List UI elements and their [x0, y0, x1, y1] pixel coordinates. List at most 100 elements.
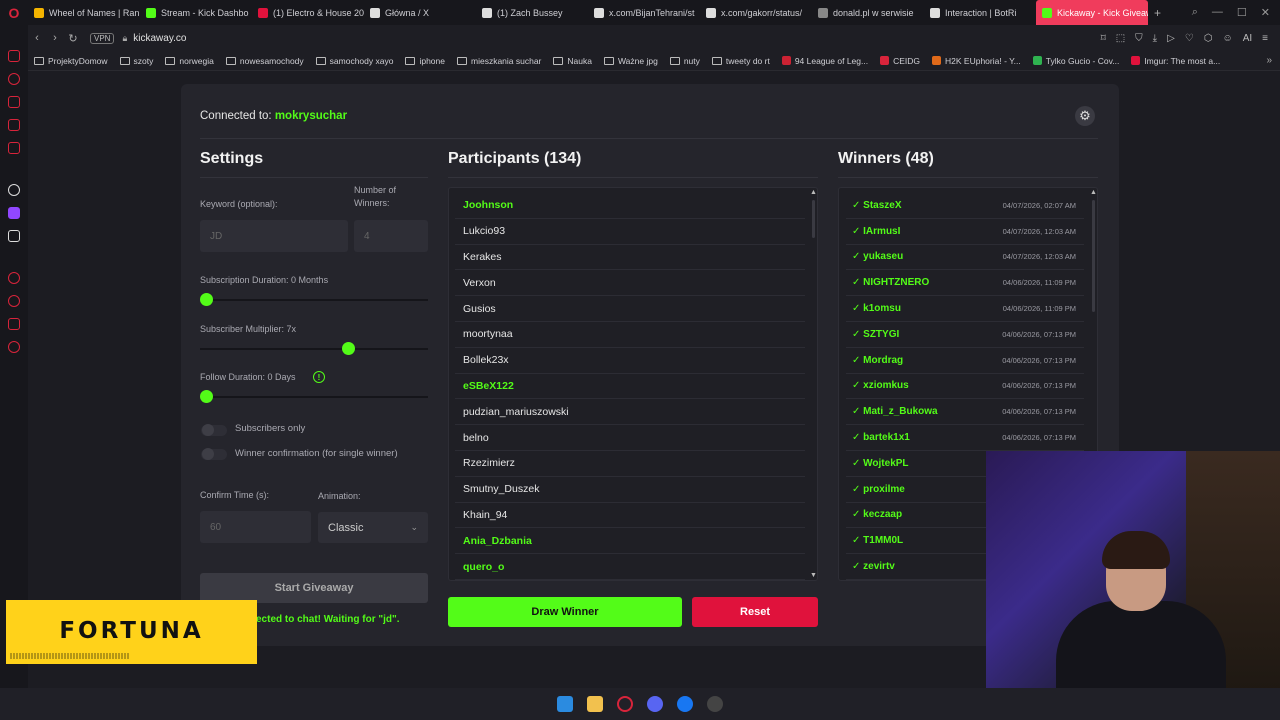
- winner-row[interactable]: ✓ NIGHTZNERO 04/06/2026, 11:09 PM: [846, 270, 1084, 297]
- draw-winner-button[interactable]: Draw Winner: [448, 597, 682, 627]
- bookmarks-more-button[interactable]: »: [1266, 55, 1280, 66]
- bookmark-item[interactable]: tweety do rt: [706, 56, 776, 66]
- winner-row[interactable]: ✓ Mordrag 04/06/2026, 07:13 PM: [846, 348, 1084, 374]
- sub-multiplier-track[interactable]: [200, 348, 428, 350]
- history-icon[interactable]: [8, 73, 20, 85]
- confirm-time-input[interactable]: 60: [200, 511, 311, 543]
- follow-duration-track[interactable]: [200, 396, 428, 398]
- sub-multiplier-slider[interactable]: [341, 342, 355, 355]
- browser-tab[interactable]: Stream - Kick Dashbo: [140, 0, 252, 25]
- browser-tab[interactable]: Kickaway - Kick Giveaway: [1036, 0, 1148, 25]
- profile-icon[interactable]: ☺: [1222, 33, 1232, 44]
- bookmark-item[interactable]: nuty: [664, 56, 706, 66]
- messenger-icon[interactable]: [8, 119, 20, 131]
- winner-row[interactable]: ✓ yukaseu 04/07/2026, 12:03 AM: [846, 245, 1084, 271]
- bookmark-item[interactable]: nowesamochody: [220, 56, 310, 66]
- youtube-icon[interactable]: [8, 142, 20, 154]
- bookmark-item[interactable]: Nauka: [547, 56, 598, 66]
- reload-icon[interactable]: ↻: [64, 32, 82, 45]
- participant-row[interactable]: pudzian_mariuszowski: [455, 399, 805, 426]
- participant-row[interactable]: Smutny_Duszek: [455, 477, 805, 503]
- download-icon[interactable]: ⤓: [1153, 33, 1157, 44]
- browser-tab[interactable]: Główna / X: [364, 0, 476, 25]
- tools-icon[interactable]: [8, 318, 20, 330]
- participant-row[interactable]: Joohnson: [455, 193, 805, 219]
- maximize-icon[interactable]: ☐: [1237, 6, 1247, 19]
- browser-tab[interactable]: x.com/gakorr/status/: [700, 0, 812, 25]
- participant-row[interactable]: Verxon: [455, 270, 805, 297]
- winner-row[interactable]: ✓ xziomkus 04/06/2026, 07:13 PM: [846, 374, 1084, 400]
- browser-tab[interactable]: x.com/BijanTehrani/st: [588, 0, 700, 25]
- info-icon[interactable]: !: [313, 371, 325, 383]
- participant-row[interactable]: Lukcio93: [455, 219, 805, 245]
- lock-icon[interactable]: 🔒︎: [122, 33, 127, 44]
- participant-row[interactable]: Khain_94: [455, 503, 805, 529]
- bookmark-icon[interactable]: ⌑: [1101, 33, 1106, 44]
- clock-icon[interactable]: [8, 295, 20, 307]
- url-input[interactable]: kickaway.co: [133, 33, 186, 44]
- discord-icon[interactable]: [647, 696, 663, 712]
- bookmark-item[interactable]: szoty: [114, 56, 160, 66]
- play-icon[interactable]: ▷: [1167, 33, 1175, 44]
- winners-scrollbar[interactable]: [1092, 200, 1095, 312]
- settings-icon[interactable]: [8, 341, 20, 353]
- participant-row[interactable]: Gusios: [455, 296, 805, 322]
- twitch-icon[interactable]: [8, 207, 20, 219]
- bookmark-item[interactable]: iphone: [399, 56, 451, 66]
- bookmark-item[interactable]: norwegia: [159, 56, 220, 66]
- animation-select[interactable]: Classic ⌄: [318, 512, 428, 543]
- reset-button[interactable]: Reset: [692, 597, 818, 627]
- close-window-icon[interactable]: ✕: [1261, 6, 1270, 19]
- facebook-icon[interactable]: [677, 696, 693, 712]
- winner-row[interactable]: ✓ StaszeX 04/07/2026, 02:07 AM: [846, 193, 1084, 219]
- back-icon[interactable]: ‹: [28, 32, 46, 44]
- winner-row[interactable]: ✓ IArmusI 04/07/2026, 12:03 AM: [846, 219, 1084, 245]
- vpn-badge[interactable]: VPN: [90, 32, 115, 44]
- file-explorer-icon[interactable]: [587, 696, 603, 712]
- winner-row[interactable]: ✓ Mati_z_Bukowa 04/06/2026, 07:13 PM: [846, 399, 1084, 426]
- windows-start-icon[interactable]: [557, 696, 573, 712]
- participant-row[interactable]: belno: [455, 425, 805, 451]
- app-icon[interactable]: [707, 696, 723, 712]
- workspaces-icon[interactable]: [8, 50, 20, 62]
- winners-count-input[interactable]: 4: [354, 220, 428, 252]
- bookmark-item[interactable]: 94 League of Leg...: [776, 56, 874, 66]
- minimize-icon[interactable]: —: [1212, 6, 1223, 19]
- new-tab-button[interactable]: +: [1148, 6, 1167, 20]
- shield-icon[interactable]: ⛉: [1135, 33, 1143, 44]
- winner-row[interactable]: ✓ k1omsu 04/06/2026, 11:09 PM: [846, 296, 1084, 322]
- bookmark-item[interactable]: Tylko Gucio - Cov...: [1027, 56, 1126, 66]
- participants-scrollbar[interactable]: [812, 200, 815, 238]
- browser-tab[interactable]: donald.pl w serwisie: [812, 0, 924, 25]
- bookmark-item[interactable]: CEIDG: [874, 56, 926, 66]
- browser-tab[interactable]: (1) Zach Bussey: [476, 0, 588, 25]
- follow-duration-slider[interactable]: [200, 390, 213, 403]
- participant-row[interactable]: Bollek23x: [455, 348, 805, 374]
- bookmark-item[interactable]: Imgur: The most a...: [1125, 56, 1226, 66]
- bookmark-item[interactable]: H2K EUphoria! - Y...: [926, 56, 1027, 66]
- wallet-icon[interactable]: [8, 96, 20, 108]
- x-icon[interactable]: [8, 230, 20, 242]
- scroll-up-icon[interactable]: ▲: [1090, 189, 1097, 196]
- snapshot-icon[interactable]: ⬚: [1116, 33, 1125, 44]
- gear-icon[interactable]: ⚙: [1075, 106, 1095, 126]
- player-icon[interactable]: [8, 272, 20, 284]
- start-giveaway-button[interactable]: Start Giveaway: [200, 573, 428, 603]
- aria-ai-icon[interactable]: AI: [1243, 33, 1252, 44]
- sub-duration-track[interactable]: [200, 299, 428, 301]
- participant-row[interactable]: Ania_Dzbania: [455, 528, 805, 555]
- participants-list[interactable]: Joohnson Lukcio93 Kerakes Verxon Gusios moort…: [448, 187, 818, 581]
- participant-row[interactable]: eSBeX122: [455, 374, 805, 400]
- browser-tab[interactable]: (1) Electro & House 20: [252, 0, 364, 25]
- extensions-icon[interactable]: ⬡: [1204, 33, 1213, 44]
- participant-row[interactable]: Kerakes: [455, 245, 805, 271]
- bookmark-item[interactable]: Ważne jpg: [598, 56, 664, 66]
- participant-row[interactable]: moortynaa: [455, 322, 805, 348]
- participant-row[interactable]: Rzezimierz: [455, 451, 805, 477]
- chatgpt-icon[interactable]: [8, 184, 20, 196]
- bookmark-item[interactable]: samochody xayo: [310, 56, 400, 66]
- scroll-down-icon[interactable]: ▼: [810, 572, 817, 579]
- heart-icon[interactable]: ♡: [1185, 33, 1194, 44]
- winner-row[interactable]: ✓ SZTYGI 04/06/2026, 07:13 PM: [846, 322, 1084, 348]
- browser-tab[interactable]: Wheel of Names | Ran: [28, 0, 140, 25]
